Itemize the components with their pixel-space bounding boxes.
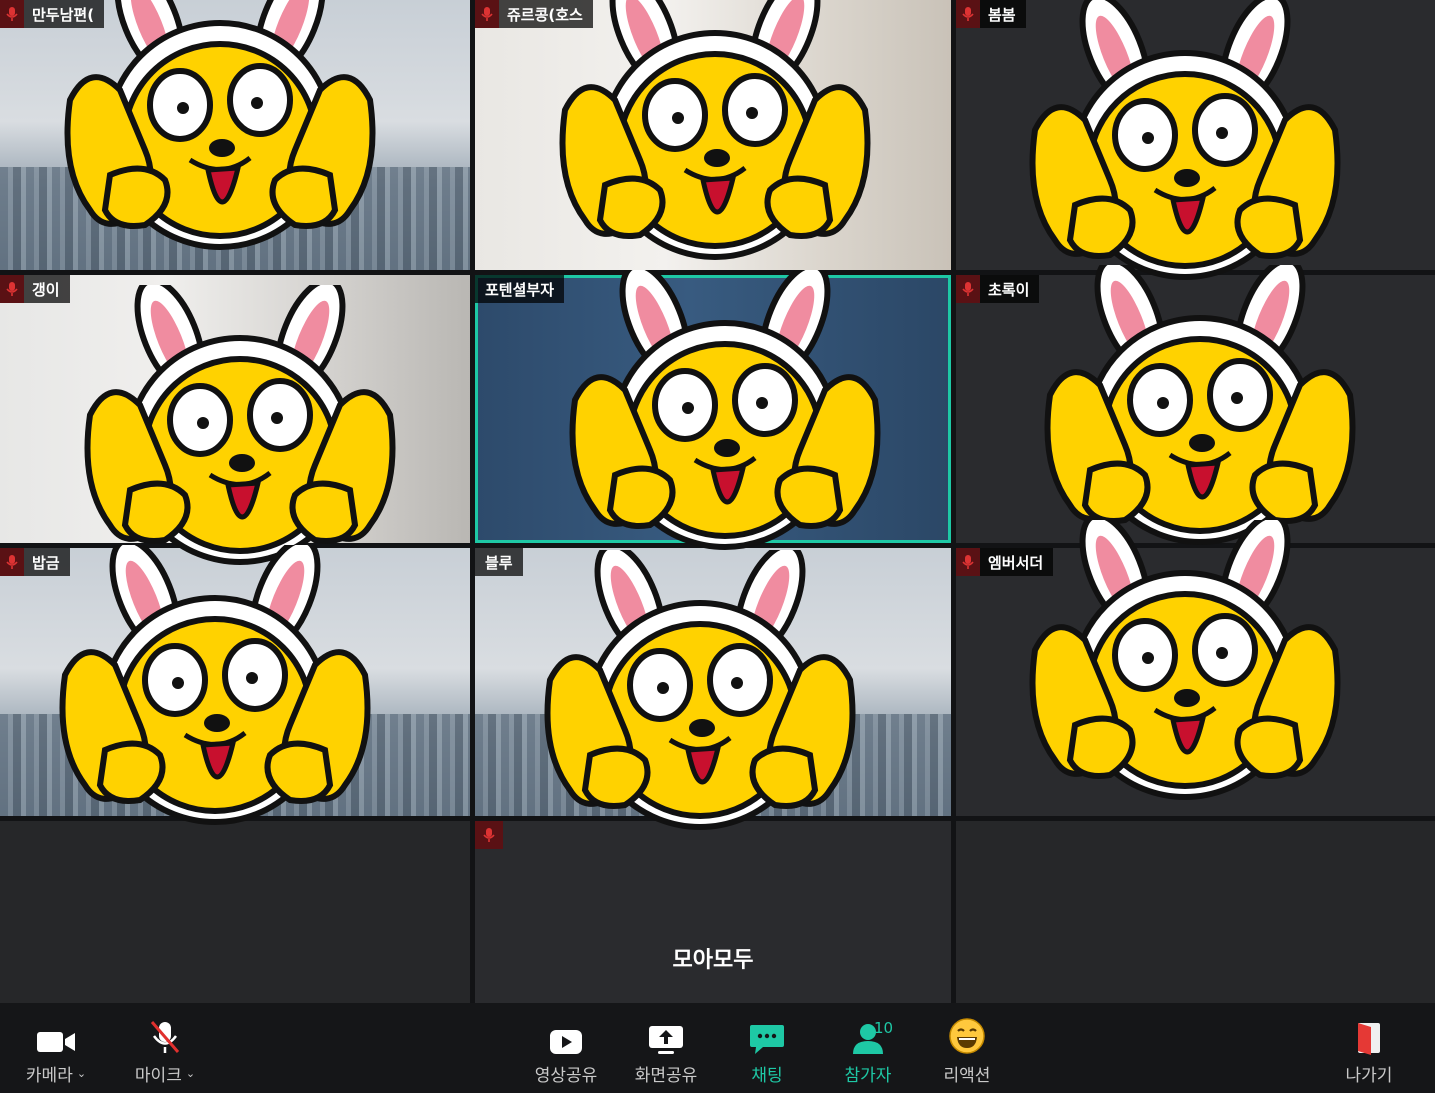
participant-name: 갱이 [32,280,60,299]
participant-name-tag: 블루 [475,548,523,576]
mic-muted-icon [0,275,24,303]
screen-share-icon [648,1003,684,1061]
video-background [0,714,470,816]
video-share-label: 영상공유 [534,1066,598,1086]
video-background [475,714,951,816]
mic-label: 마이크 [134,1066,182,1086]
participant-name-tag: 밥금 [0,548,70,576]
laughing-emoji-icon [948,1003,986,1061]
participant-name-tag: 만두남편( [0,0,105,28]
chat-icon [749,1003,785,1061]
camera-icon [36,1003,76,1061]
participant-name: 포텐셜부자 [485,280,555,299]
video-tile[interactable]: 쥬르콩(호스 [475,0,951,270]
video-grid: 만두남편( 쥬르콩(호스 봄봄 갱이 포텐셜부자 초록이 밥금 블루 엠버서더 … [0,0,1435,1003]
participants-label: 참가자 [844,1066,892,1086]
video-tile[interactable] [475,821,951,1003]
participant-name: 엠버서더 [988,553,1044,572]
video-tile-active-speaker[interactable]: 포텐셜부자 [475,275,951,543]
participant-name-tag: 초록이 [956,275,1040,303]
mic-muted-icon [956,548,980,576]
empty-tile [956,821,1435,1003]
video-background [0,167,470,270]
chevron-down-icon[interactable]: ⌄ [77,1067,86,1080]
mic-muted-icon [956,0,980,28]
participant-name: 봄봄 [988,5,1016,24]
participant-name-center: 모아모두 [672,948,754,973]
video-tile[interactable]: 블루 [475,548,951,816]
mic-muted-icon [0,548,24,576]
chat-button[interactable]: 채팅 [730,1003,804,1093]
participant-name-tag: 포텐셜부자 [475,275,565,303]
mic-muted-icon [475,0,499,28]
reaction-label: 리액션 [943,1066,991,1086]
empty-tile [0,821,470,1003]
camera-button[interactable]: 카메라 ⌄ [14,1003,98,1093]
mic-off-icon [148,1003,182,1061]
video-tile[interactable]: 엠버서더 [956,548,1435,816]
mic-muted-icon [475,821,503,849]
video-share-button[interactable]: 영상공유 [526,1003,606,1093]
mic-muted-icon [0,0,24,28]
exit-door-icon [1355,1003,1383,1061]
participants-count: 10 [874,1019,894,1037]
leave-button[interactable]: 나가기 [1333,1003,1405,1093]
video-tile[interactable]: 봄봄 [956,0,1435,270]
participant-name: 쥬르콩(호스 [507,5,583,24]
video-tile[interactable]: 초록이 [956,275,1435,543]
reaction-button[interactable]: 리액션 [930,1003,1004,1093]
chevron-down-icon[interactable]: ⌄ [186,1067,195,1080]
participant-name: 밥금 [32,553,60,572]
participant-name-tag: 쥬르콩(호스 [475,0,593,28]
leave-label: 나가기 [1345,1066,1393,1086]
participant-name: 초록이 [988,280,1030,299]
screen-share-button[interactable]: 화면공유 [626,1003,706,1093]
participants-button[interactable]: 10 참가자 [830,1003,906,1093]
meeting-toolbar: 카메라 ⌄ 마이크 ⌄ 영상공유 화면공유 채팅 10 참가자 리액션 나가기 [0,1003,1435,1093]
participant-name-tag: 엠버서더 [956,548,1054,576]
participant-name-tag: 봄봄 [956,0,1026,28]
mic-button[interactable]: 마이크 ⌄ [120,1003,210,1093]
chat-label: 채팅 [751,1066,783,1086]
video-tile[interactable]: 갱이 [0,275,470,543]
participant-name: 블루 [485,553,513,572]
participant-name-tag: 갱이 [0,275,70,303]
video-tile[interactable]: 밥금 [0,548,470,816]
camera-label: 카메라 [25,1066,73,1086]
screen-share-label: 화면공유 [634,1066,698,1086]
participant-name: 만두남편( [32,5,95,24]
play-video-icon [549,1003,583,1061]
video-tile[interactable]: 만두남편( [0,0,470,270]
mic-muted-icon [956,275,980,303]
